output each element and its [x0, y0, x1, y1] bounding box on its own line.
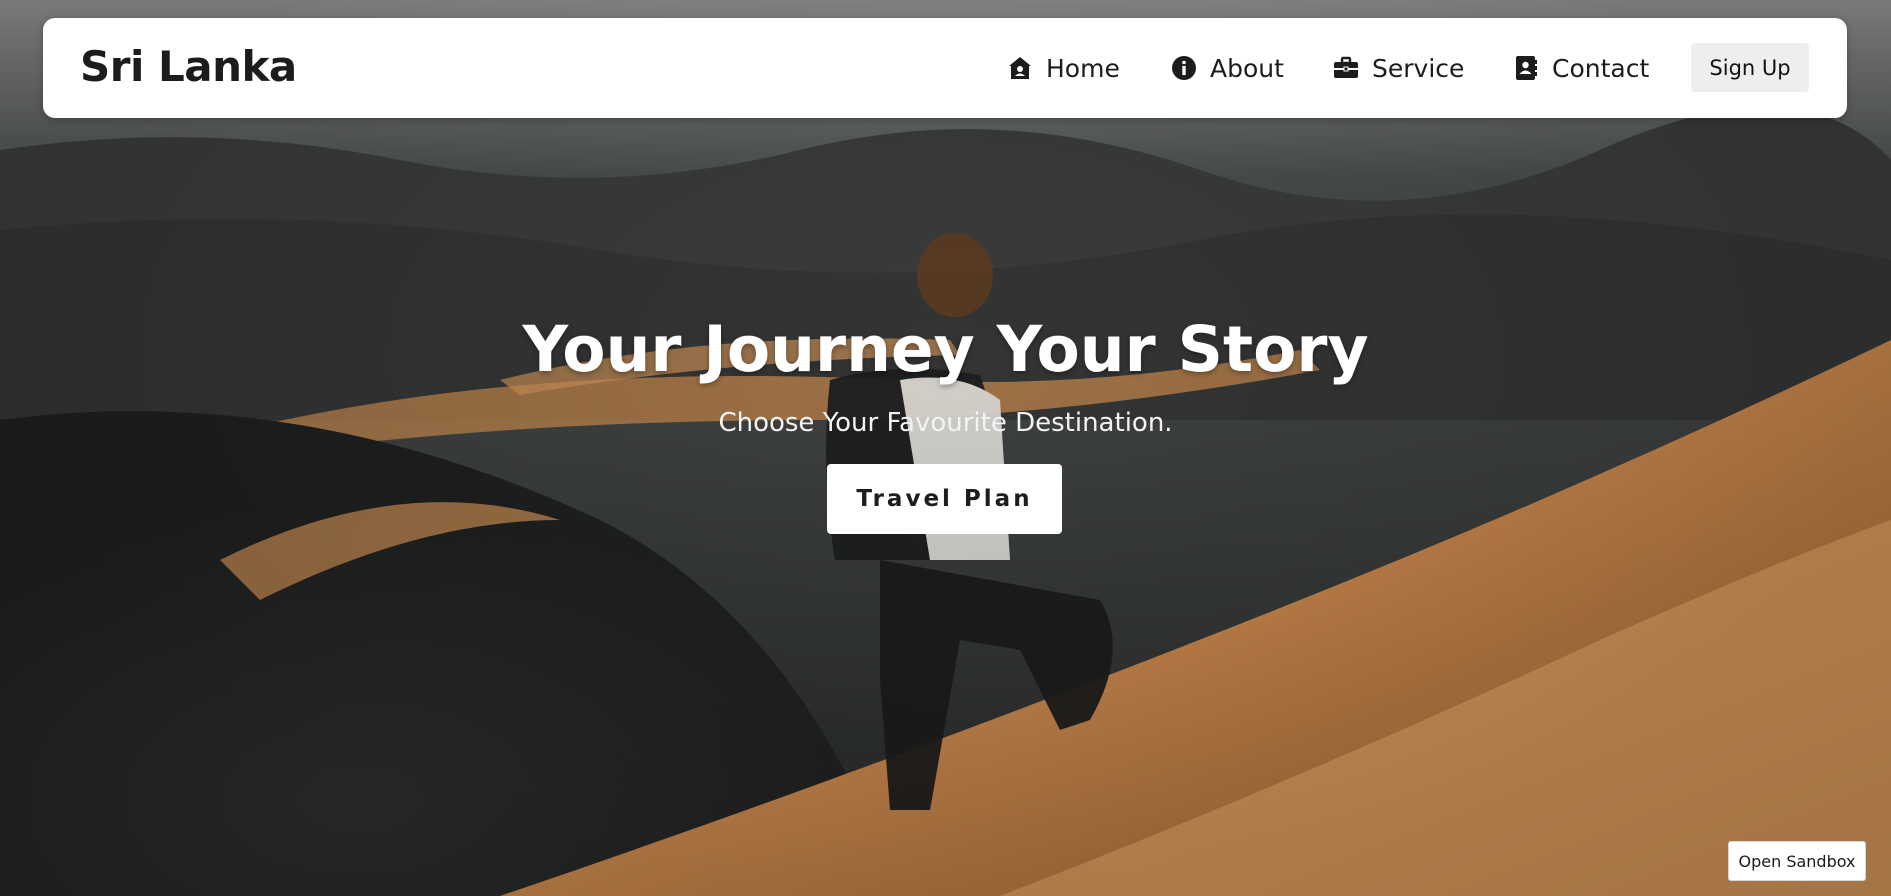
- hero-subtitle: Choose Your Favourite Destination.: [718, 408, 1173, 438]
- home-icon: [1007, 55, 1033, 81]
- contact-book-icon: [1513, 55, 1539, 81]
- nav-item-label: About: [1210, 53, 1284, 83]
- nav-item-label: Contact: [1552, 53, 1650, 83]
- navbar: Sri Lanka Home About Service Contact Sig…: [43, 18, 1847, 118]
- hero-title: Your Journey Your Story: [522, 313, 1369, 386]
- page: Sri Lanka Home About Service Contact Sig…: [0, 0, 1891, 896]
- nav-item-label: Home: [1046, 53, 1120, 83]
- brand-logo[interactable]: Sri Lanka: [80, 42, 297, 92]
- briefcase-icon: [1333, 55, 1359, 81]
- travel-plan-button[interactable]: Travel Plan: [827, 464, 1062, 534]
- nav-item-service[interactable]: Service: [1333, 48, 1464, 88]
- open-sandbox-button[interactable]: Open Sandbox: [1728, 841, 1866, 881]
- nav-item-contact[interactable]: Contact: [1513, 48, 1649, 88]
- signup-button[interactable]: Sign Up: [1691, 43, 1809, 92]
- info-icon: [1171, 55, 1197, 81]
- nav-item-label: Service: [1372, 53, 1465, 83]
- nav-item-home[interactable]: Home: [1007, 48, 1120, 88]
- hero-overlay: [0, 0, 1891, 896]
- nav-item-about[interactable]: About: [1171, 48, 1284, 88]
